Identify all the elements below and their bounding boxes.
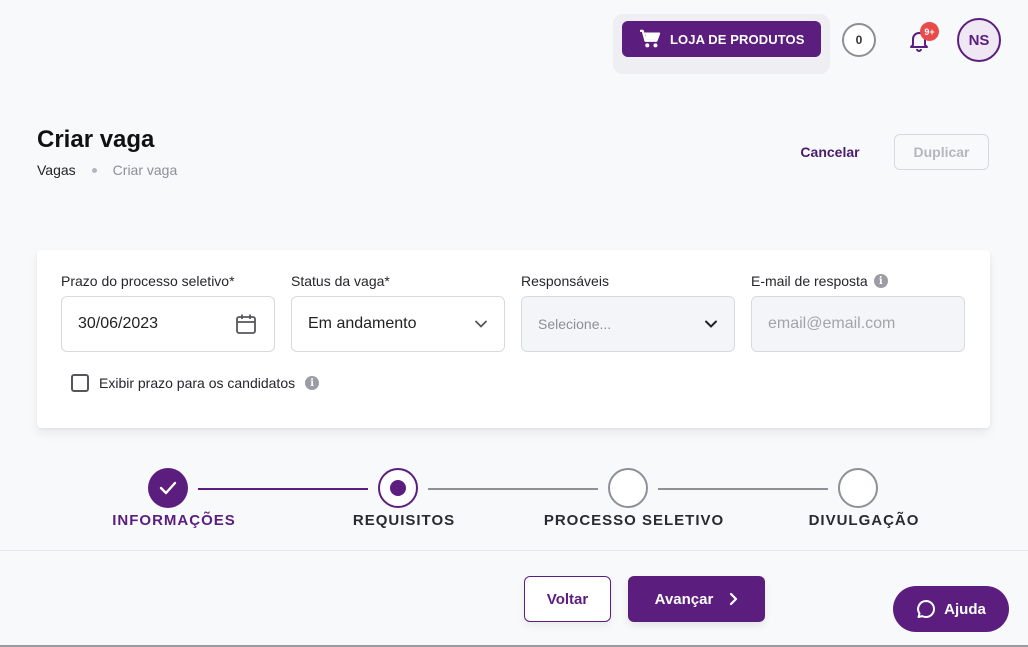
- step-divulgacao-label: DIVULGAÇÃO: [808, 512, 920, 529]
- step-connector-2: [428, 488, 598, 490]
- calendar-icon[interactable]: [234, 312, 258, 336]
- chat-bubble-icon: [917, 600, 936, 618]
- info-icon[interactable]: i: [305, 376, 320, 390]
- footer-divider: [0, 550, 1028, 551]
- breadcrumb-item-vagas[interactable]: Vagas: [37, 162, 76, 178]
- deadline-label-text: Prazo do processo seletivo*: [61, 273, 235, 289]
- step-divulgacao-circle[interactable]: [838, 468, 878, 508]
- breadcrumb: Vagas Criar vaga: [37, 162, 177, 178]
- status-select[interactable]: Em andamento: [291, 296, 505, 352]
- responsibles-placeholder: Selecione...: [538, 316, 612, 332]
- reply-email-field[interactable]: [751, 296, 965, 352]
- show-deadline-label: Exibir prazo para os candidatos: [99, 375, 296, 391]
- cart-icon: [640, 29, 661, 48]
- reply-email-label: E-mail de resposta i: [751, 273, 888, 289]
- responsibles-label-text: Responsáveis: [521, 273, 609, 289]
- current-step-dot-icon: [390, 480, 406, 496]
- help-button[interactable]: Ajuda: [893, 586, 1009, 632]
- chevron-down-icon: [705, 320, 717, 328]
- chevron-down-icon: [475, 320, 487, 328]
- deadline-value: 30/06/2023: [78, 315, 159, 332]
- step-informacoes-circle[interactable]: [148, 468, 188, 508]
- status-label-text: Status da vaga*: [291, 273, 390, 289]
- reply-email-input[interactable]: [768, 315, 948, 333]
- step-connector-3: [658, 488, 828, 490]
- help-button-label: Ajuda: [944, 600, 986, 618]
- back-button[interactable]: Voltar: [524, 576, 611, 622]
- step-processo-seletivo-circle[interactable]: [608, 468, 648, 508]
- status-value: Em andamento: [308, 315, 417, 332]
- responsibles-select[interactable]: Selecione...: [521, 296, 735, 352]
- coins-counter[interactable]: 0: [842, 23, 876, 57]
- info-icon[interactable]: i: [873, 274, 888, 288]
- step-requisitos-label: REQUISITOS: [352, 512, 456, 529]
- status-label: Status da vaga*: [291, 273, 390, 289]
- responsibles-label: Responsáveis: [521, 273, 609, 289]
- next-button-label: Avançar: [654, 590, 714, 608]
- avatar[interactable]: NS: [957, 18, 1001, 62]
- check-icon: [159, 481, 177, 495]
- notifications-badge: 9+: [920, 22, 939, 41]
- breadcrumb-separator: [91, 167, 97, 173]
- reply-email-label-text: E-mail de resposta: [751, 273, 868, 289]
- store-button[interactable]: LOJA DE PRODUTOS: [622, 21, 821, 57]
- page-title: Criar vaga: [37, 126, 155, 153]
- next-button[interactable]: Avançar: [628, 576, 765, 622]
- step-requisitos-circle[interactable]: [378, 468, 418, 508]
- step-connector-1: [198, 488, 368, 490]
- step-informacoes-label: INFORMAÇÕES: [112, 512, 236, 529]
- cancel-button[interactable]: Cancelar: [790, 134, 870, 170]
- store-button-label: LOJA DE PRODUTOS: [670, 31, 805, 47]
- show-deadline-row: Exibir prazo para os candidatos i: [71, 374, 320, 392]
- deadline-field[interactable]: 30/06/2023: [61, 296, 275, 352]
- deadline-label: Prazo do processo seletivo*: [61, 273, 235, 289]
- step-processo-seletivo-label: PROCESSO SELETIVO: [543, 512, 725, 529]
- breadcrumb-item-current: Criar vaga: [112, 162, 178, 178]
- chevron-right-icon: [730, 592, 738, 606]
- duplicate-button[interactable]: Duplicar: [894, 134, 989, 170]
- show-deadline-checkbox[interactable]: [71, 374, 89, 392]
